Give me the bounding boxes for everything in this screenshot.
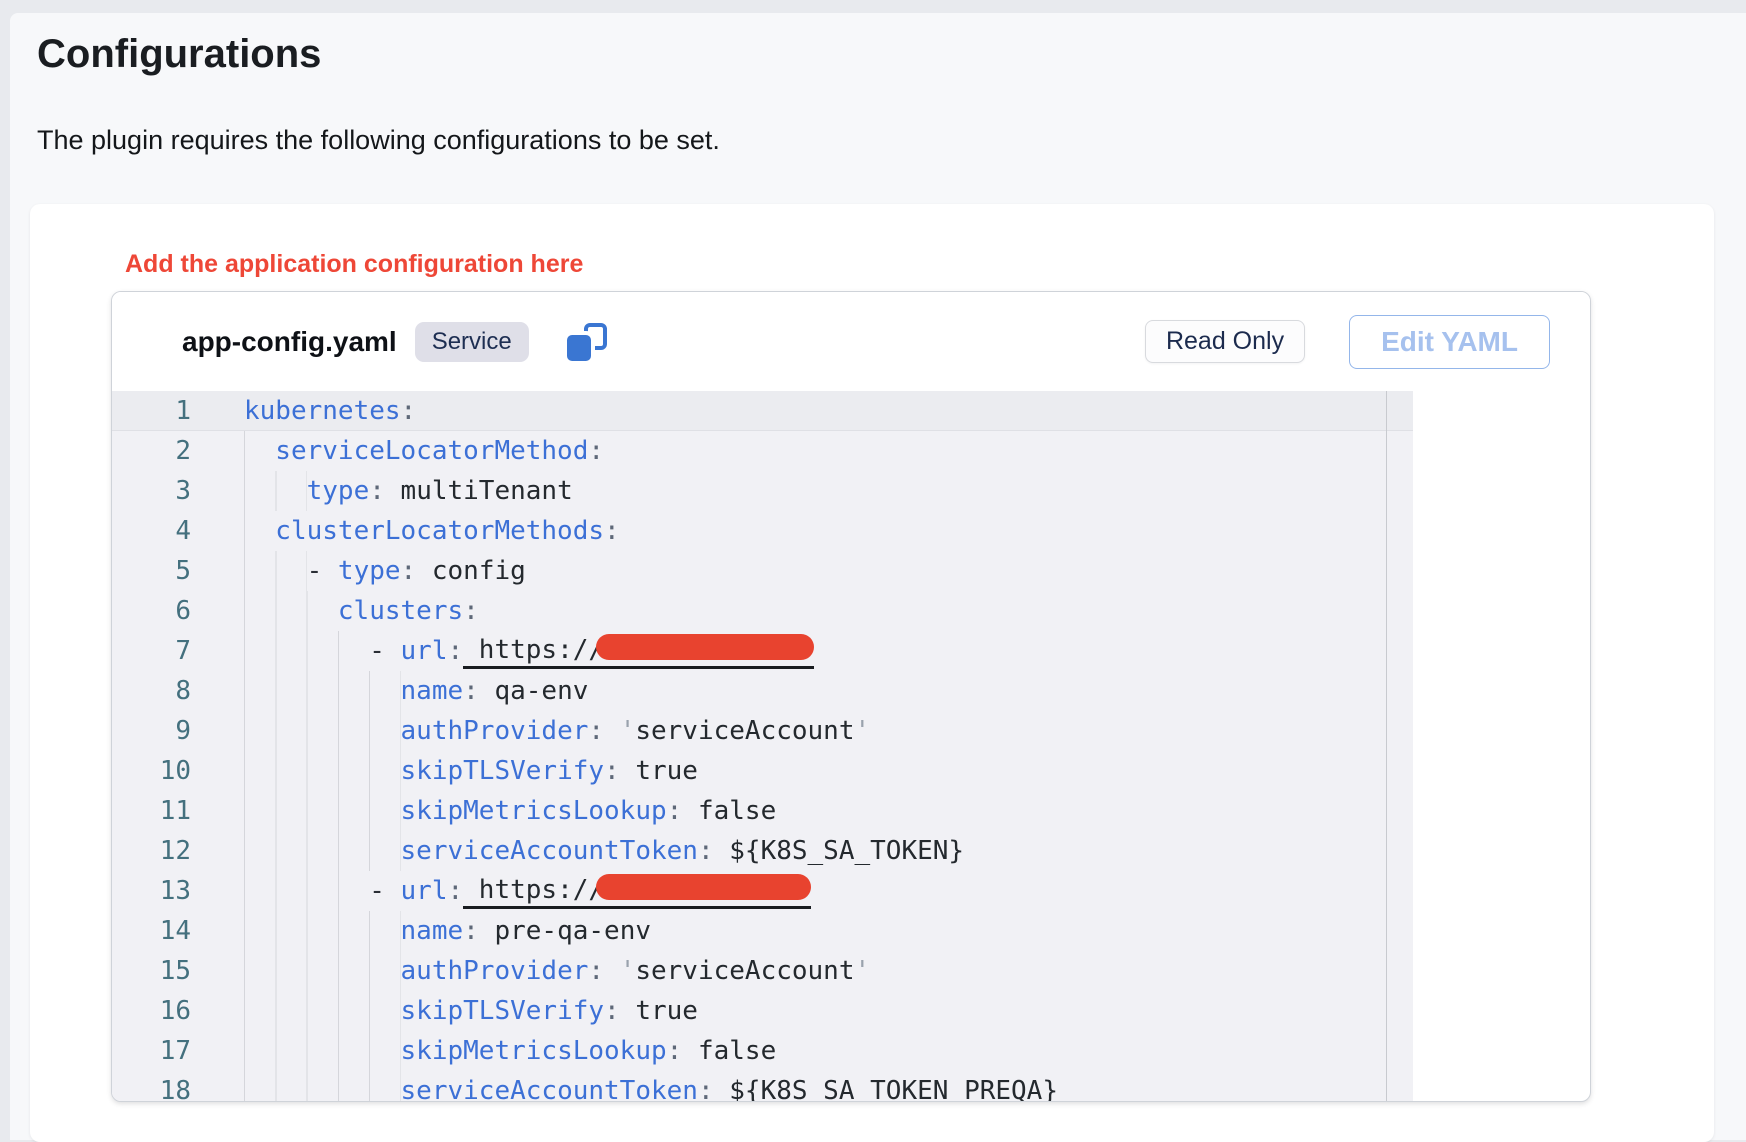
code-line: 5- type: config <box>112 551 1413 591</box>
line-number: 7 <box>112 636 244 666</box>
line-number: 16 <box>112 996 244 1026</box>
code-line: 2serviceLocatorMethod: <box>112 431 1413 471</box>
line-number: 9 <box>112 716 244 746</box>
code-line: 14name: pre-qa-env <box>112 911 1413 951</box>
copy-icon[interactable] <box>567 323 607 361</box>
service-badge: Service <box>415 322 529 362</box>
line-number: 10 <box>112 756 244 786</box>
yaml-key: clusterLocatorMethods <box>275 516 604 546</box>
line-number: 15 <box>112 956 244 986</box>
code-line: 3type: multiTenant <box>112 471 1413 511</box>
code-line: 10skipTLSVerify: true <box>112 751 1413 791</box>
yaml-key: serviceAccountToken <box>401 1076 698 1102</box>
yaml-key: skipMetricsLookup <box>401 796 667 826</box>
yaml-key: kubernetes <box>244 396 401 426</box>
code-line: 15authProvider: 'serviceAccount' <box>112 951 1413 991</box>
edit-yaml-button[interactable]: Edit YAML <box>1349 315 1550 369</box>
redacted-url: https:// <box>463 634 814 669</box>
code-line: 13- url: https:// <box>112 871 1413 911</box>
page-title: Configurations <box>37 30 1746 78</box>
yaml-key: name <box>401 676 464 706</box>
code-line: 17skipMetricsLookup: false <box>112 1031 1413 1071</box>
line-number: 13 <box>112 876 244 906</box>
redaction-bar <box>596 874 811 900</box>
line-number: 18 <box>112 1076 244 1102</box>
line-number: 8 <box>112 676 244 706</box>
line-number: 4 <box>112 516 244 546</box>
yaml-code-editor[interactable]: 1kubernetes:2serviceLocatorMethod:3type:… <box>112 391 1413 1102</box>
code-line: 9authProvider: 'serviceAccount' <box>112 711 1413 751</box>
line-number: 14 <box>112 916 244 946</box>
configuration-panel: Add the application configuration here a… <box>30 204 1714 1142</box>
code-line: 1kubernetes: <box>112 391 1413 431</box>
line-number: 6 <box>112 596 244 626</box>
code-line: 7- url: https:// <box>112 631 1413 671</box>
code-line: 6clusters: <box>112 591 1413 631</box>
yaml-key: skipTLSVerify <box>401 996 605 1026</box>
line-number: 3 <box>112 476 244 506</box>
yaml-key: authProvider <box>401 716 589 746</box>
yaml-key: type <box>338 556 401 586</box>
code-line: 18serviceAccountToken: ${K8S_SA_TOKEN_PR… <box>112 1071 1413 1102</box>
copy-icon-front <box>567 335 591 361</box>
line-number: 17 <box>112 1036 244 1066</box>
yaml-editor-card: app-config.yaml Service Read Only Edit Y… <box>111 291 1591 1102</box>
yaml-key: name <box>401 916 464 946</box>
content-sheet: Configurations The plugin requires the f… <box>10 13 1746 1140</box>
line-number: 5 <box>112 556 244 586</box>
editor-header: app-config.yaml Service Read Only Edit Y… <box>112 292 1590 391</box>
yaml-key: skipTLSVerify <box>401 756 605 786</box>
redaction-bar <box>596 634 814 660</box>
code-line: 12serviceAccountToken: ${K8S_SA_TOKEN} <box>112 831 1413 871</box>
yaml-key: type <box>307 476 370 506</box>
line-number: 11 <box>112 796 244 826</box>
read-only-button[interactable]: Read Only <box>1145 320 1305 363</box>
yaml-key: authProvider <box>401 956 589 986</box>
code-line: 8name: qa-env <box>112 671 1413 711</box>
config-note: Add the application configuration here <box>125 249 1714 279</box>
line-number: 2 <box>112 436 244 466</box>
line-number: 12 <box>112 836 244 866</box>
code-line: 11skipMetricsLookup: false <box>112 791 1413 831</box>
yaml-key: serviceLocatorMethod <box>275 436 588 466</box>
yaml-key: url <box>401 636 448 666</box>
code-line: 4clusterLocatorMethods: <box>112 511 1413 551</box>
scrollbar-track[interactable] <box>1386 391 1387 1102</box>
redacted-url: https:// <box>463 874 811 909</box>
yaml-key: serviceAccountToken <box>401 836 698 866</box>
line-number: 1 <box>112 396 244 426</box>
page-intro: The plugin requires the following config… <box>37 124 1746 157</box>
yaml-key: url <box>401 876 448 906</box>
code-line: 16skipTLSVerify: true <box>112 991 1413 1031</box>
yaml-key: skipMetricsLookup <box>401 1036 667 1066</box>
yaml-key: clusters <box>338 596 463 626</box>
filename: app-config.yaml <box>182 326 397 358</box>
